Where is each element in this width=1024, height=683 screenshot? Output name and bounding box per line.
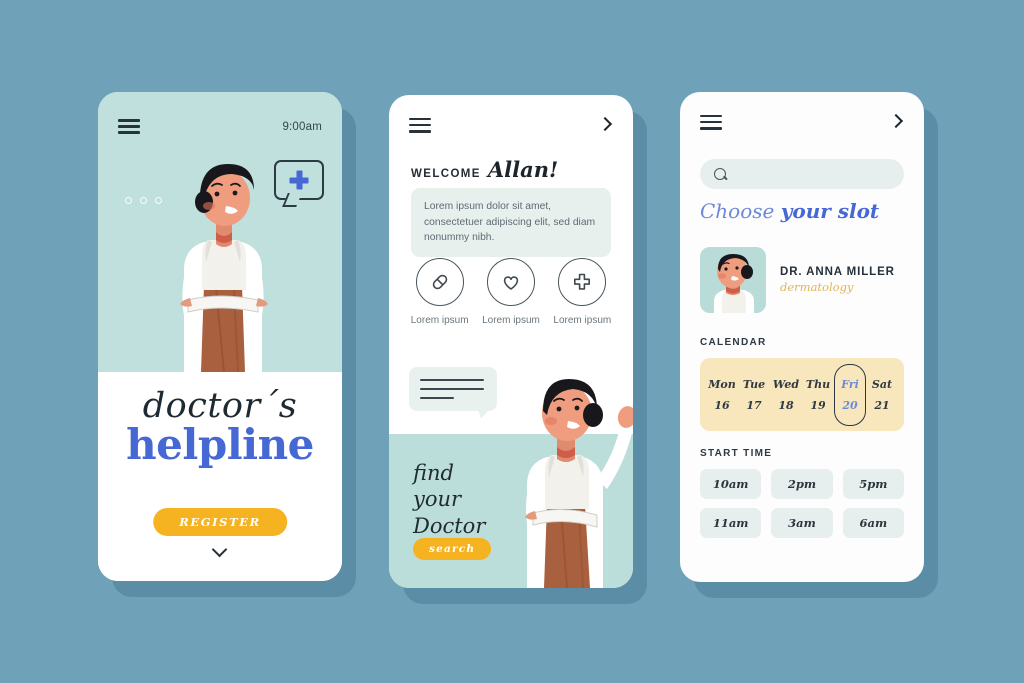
calendar-label: CALENDAR	[700, 337, 767, 348]
calendar-day-name: Thu	[805, 377, 831, 391]
search-input[interactable]	[700, 159, 904, 189]
title-line-helpline: helpline	[126, 419, 314, 469]
calendar-day-name: Wed	[772, 377, 800, 391]
cross-icon	[558, 258, 607, 306]
time-slot[interactable]: 6am	[842, 508, 904, 538]
quick-action-pill[interactable]: Lorem ipsum	[409, 258, 471, 328]
mockup-canvas: 9:00am doctor´s helpline REGISTER WELCOM…	[0, 0, 1024, 683]
user-name: Allan!	[487, 157, 559, 182]
time-slot[interactable]: 3am	[771, 508, 833, 538]
calendar-day-number: 17	[746, 398, 762, 412]
message-lines-bubble	[409, 367, 497, 411]
bubble-line	[420, 379, 484, 382]
screen2-header	[409, 117, 613, 133]
page-title-part1: Choose	[700, 199, 781, 223]
doctor-pointing-illustration	[525, 379, 633, 588]
calendar-day-selected[interactable]: Fri 20	[835, 378, 865, 412]
info-card: Lorem ipsum dolor sit amet, consectetuer…	[411, 188, 611, 257]
quick-actions-row: Lorem ipsum Lorem ipsum Lorem ipsum	[404, 258, 618, 328]
calendar-strip: Mon 16 Tue 17 Wed 18 Thu 19 Fri 20 Sat 2…	[700, 358, 904, 431]
find-line-2: your	[413, 487, 462, 512]
bubble-line	[420, 397, 454, 400]
welcome-label: WELCOME	[411, 168, 481, 180]
calendar-day-number: 16	[714, 398, 730, 412]
page-title: Choose your slot	[700, 199, 879, 223]
doctor-card[interactable]: DR. ANNA MILLER dermatology	[700, 247, 895, 313]
pagination-dot[interactable]	[125, 197, 132, 204]
time-slot[interactable]: 11am	[700, 508, 762, 538]
hamburger-icon[interactable]	[118, 119, 140, 134]
pagination-dots[interactable]	[125, 197, 162, 204]
doctor-specialty: dermatology	[780, 280, 854, 294]
time-slot-grid: 10am 2pm 5pm 11am 3am 6am	[700, 469, 904, 538]
pagination-dot[interactable]	[155, 197, 162, 204]
calendar-day[interactable]: Tue 17	[739, 378, 769, 412]
welcome-greeting: WELCOME Allan!	[411, 157, 558, 182]
phone-screen-booking: Choose your slot DR. ANNA MILLER dermato…	[680, 92, 924, 582]
find-doctor-heading: find your Doctor	[413, 460, 485, 539]
find-line-1: find	[413, 461, 454, 485]
pill-icon	[415, 258, 464, 306]
quick-action-label: Lorem ipsum	[482, 315, 540, 326]
calendar-day-number: 20	[842, 398, 858, 412]
chevron-right-icon[interactable]	[888, 114, 904, 130]
calendar-day-name: Mon	[708, 377, 736, 391]
calendar-day-number: 18	[778, 398, 794, 412]
screen3-header	[700, 114, 904, 130]
doctor-info: DR. ANNA MILLER dermatology	[780, 266, 895, 294]
doctor-name: DR. ANNA MILLER	[780, 266, 895, 278]
calendar-day-name: Fri	[841, 377, 859, 391]
find-line-3: Doctor	[413, 513, 486, 538]
calendar-day[interactable]: Mon 16	[707, 378, 737, 412]
doctor-portrait-avatar	[700, 247, 766, 313]
quick-action-heart[interactable]: Lorem ipsum	[480, 258, 542, 328]
quick-action-cross[interactable]: Lorem ipsum	[551, 258, 613, 328]
scroll-down-area[interactable]	[98, 544, 342, 556]
hamburger-icon[interactable]	[700, 114, 722, 130]
time-slot[interactable]: 2pm	[771, 469, 833, 499]
status-time: 9:00am	[282, 120, 322, 133]
calendar-day[interactable]: Thu 19	[803, 378, 833, 412]
hamburger-icon[interactable]	[409, 117, 431, 133]
info-card-text: Lorem ipsum dolor sit amet, consectetuer…	[424, 201, 596, 244]
app-title: doctor´s helpline	[98, 388, 342, 467]
screen1-header: 9:00am	[118, 119, 322, 134]
time-slot[interactable]: 10am	[700, 469, 762, 499]
chevron-right-icon[interactable]	[597, 117, 613, 133]
calendar-day-name: Sat	[871, 377, 893, 391]
medical-cross-icon	[289, 170, 309, 190]
start-time-label: START TIME	[700, 448, 773, 459]
register-button[interactable]: REGISTER	[153, 508, 287, 536]
quick-action-label: Lorem ipsum	[410, 315, 469, 326]
medical-cross-bubble	[274, 160, 324, 200]
search-button[interactable]: search	[413, 538, 492, 560]
time-slot[interactable]: 5pm	[842, 469, 904, 499]
phone-screen-onboarding: 9:00am doctor´s helpline REGISTER	[98, 92, 342, 581]
pagination-dot[interactable]	[140, 197, 147, 204]
chevron-down-icon[interactable]	[210, 544, 230, 556]
heart-icon	[486, 258, 535, 306]
calendar-day-number: 19	[810, 398, 826, 412]
calendar-day[interactable]: Sat 21	[867, 378, 897, 412]
quick-action-label: Lorem ipsum	[553, 315, 612, 326]
page-title-part2: your slot	[780, 199, 880, 223]
calendar-day[interactable]: Wed 18	[771, 378, 801, 412]
calendar-day-name: Tue	[742, 377, 766, 391]
bubble-line	[420, 388, 484, 391]
calendar-day-number: 21	[874, 398, 890, 412]
magnifier-icon	[714, 167, 727, 181]
phone-screen-home: WELCOME Allan! Lorem ipsum dolor sit ame…	[389, 95, 633, 588]
